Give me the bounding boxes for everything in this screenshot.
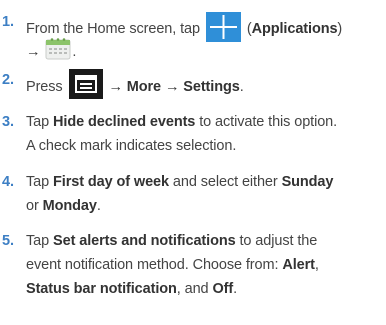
- step-text: ): [337, 20, 343, 37]
- set-alerts-label: Set alerts and notifications: [53, 233, 236, 249]
- step-text: to adjust the: [239, 233, 318, 249]
- step-number: 1.: [2, 14, 14, 30]
- applications-label: Applications: [251, 20, 338, 37]
- step-text: .: [239, 78, 244, 95]
- step-5-line-2: event notification method. Choose from: …: [26, 257, 319, 274]
- menu-key-icon: [68, 69, 103, 99]
- step-text: Tap: [26, 174, 50, 190]
- step-text: ,: [314, 257, 319, 273]
- step-text: and select either: [172, 174, 278, 190]
- status-bar-notification-option: Status bar notification: [26, 281, 177, 297]
- sunday-option: Sunday: [281, 174, 334, 190]
- step-text: .: [233, 281, 238, 297]
- monday-option: Monday: [42, 198, 97, 214]
- step-3-line-1: Tap Hide declined events to activate thi…: [26, 114, 337, 131]
- calendar-app-icon: [44, 37, 72, 61]
- step-4-line-1: Tap First day of week and select either …: [26, 174, 333, 191]
- step-number: 2.: [2, 72, 14, 88]
- menu-path-label: → More → Settings: [108, 78, 240, 95]
- step-text: .: [96, 198, 101, 214]
- step-text: .: [72, 43, 77, 60]
- step-text: or: [26, 198, 39, 214]
- hide-declined-events-label: Hide declined events: [53, 114, 196, 130]
- step-number: 3.: [2, 114, 14, 130]
- step-text: From the Home screen, tap: [26, 20, 200, 37]
- step-text: A check mark indicates selection.: [26, 138, 237, 154]
- step-text: to activate this option.: [199, 114, 338, 130]
- off-option: Off: [212, 281, 234, 297]
- step-2-line-1: Press → More → Settings.: [26, 69, 244, 102]
- step-1-line-2: → .: [26, 37, 77, 64]
- step-4-line-2: or Monday.: [26, 198, 101, 215]
- step-text: event notification method. Choose from:: [26, 257, 279, 273]
- step-text: Tap: [26, 233, 50, 249]
- step-3-line-2: A check mark indicates selection.: [26, 138, 236, 155]
- first-day-of-week-label: First day of week: [53, 174, 169, 190]
- step-number: 5.: [2, 233, 14, 249]
- arrow: →: [26, 43, 41, 60]
- step-5-line-1: Tap Set alerts and notifications to adju…: [26, 233, 317, 250]
- applications-grid-icon: [205, 12, 241, 42]
- step-number: 4.: [2, 174, 14, 190]
- step-text: Tap: [26, 114, 50, 130]
- step-text: , and: [176, 281, 209, 297]
- step-text: Press: [26, 78, 63, 95]
- step-5-line-3: Status bar notification, and Off.: [26, 281, 237, 298]
- alert-option: Alert: [282, 257, 315, 273]
